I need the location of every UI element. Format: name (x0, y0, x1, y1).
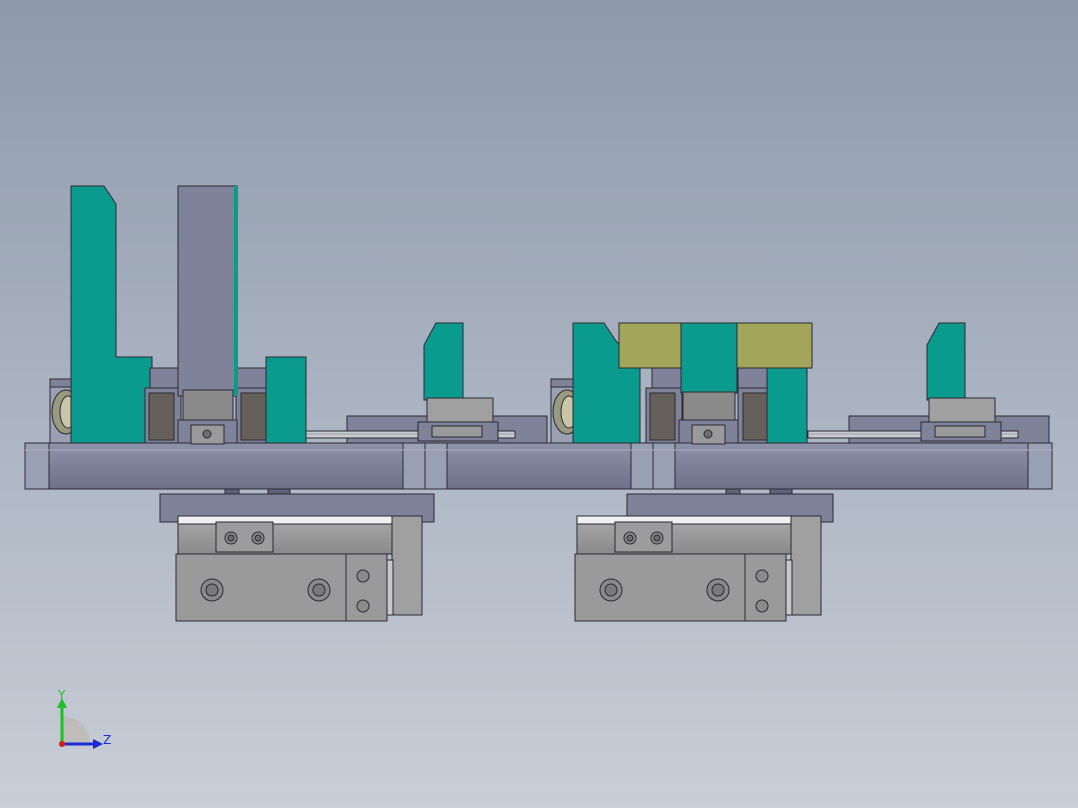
coordinate-triad: Y Z (57, 688, 111, 749)
cad-viewport[interactable]: Y Z (0, 0, 1078, 808)
pneumatic-cylinder-left (175, 515, 423, 622)
axis-label-z: Z (103, 733, 111, 747)
station-right (550, 322, 1002, 445)
pneumatic-cylinder-right (574, 515, 822, 622)
assembly-model[interactable]: Y Z (0, 0, 1078, 808)
axis-label-y: Y (57, 688, 66, 702)
station-left (49, 185, 499, 445)
base-plate (24, 442, 1053, 490)
